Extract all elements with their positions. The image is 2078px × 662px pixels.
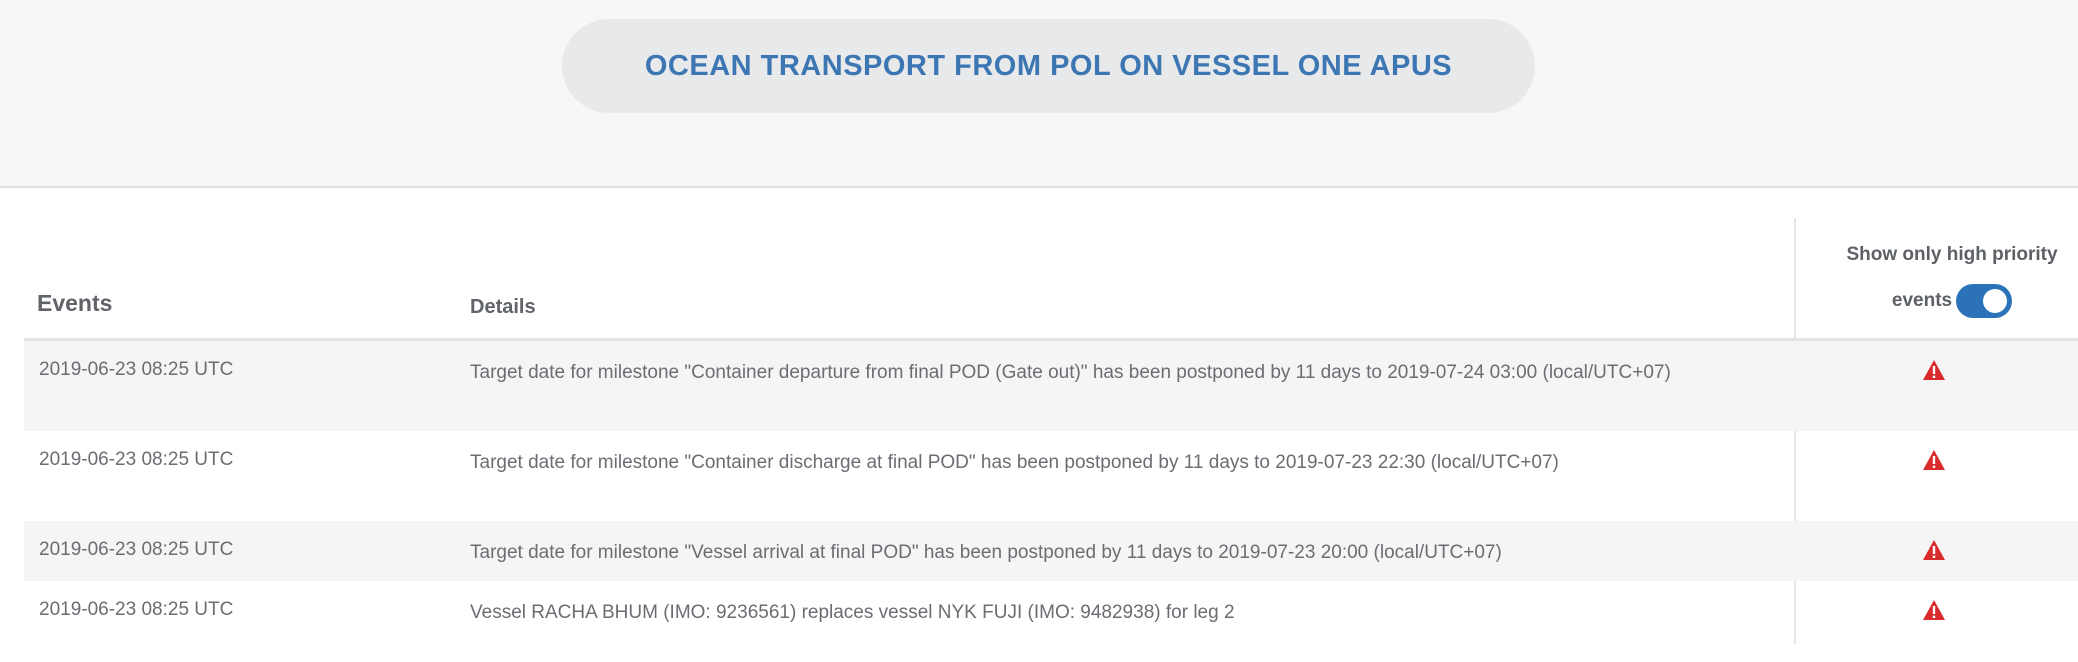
toggle-knob (1983, 288, 2008, 313)
event-date: 2019-06-23 08:25 UTC (39, 599, 234, 620)
header-details: Details (470, 296, 536, 318)
event-date: 2019-06-23 08:25 UTC (39, 359, 234, 380)
table-row: 2019-06-23 08:25 UTC Target date for mil… (24, 341, 2078, 431)
warning-triangle-icon (1923, 360, 1945, 380)
event-date: 2019-06-23 08:25 UTC (39, 539, 234, 560)
event-detail: Target date for milestone "Vessel arriva… (470, 542, 1502, 563)
table-row: 2019-06-23 08:25 UTC Target date for mil… (24, 521, 2078, 581)
priority-filter-row: events (1812, 278, 2078, 324)
event-detail: Target date for milestone "Container dis… (470, 452, 1559, 473)
leg-title: OCEAN TRANSPORT FROM POL ON VESSEL ONE A… (644, 49, 1453, 82)
warning-triangle-icon (1923, 450, 1945, 470)
table-row: 2019-06-23 08:25 UTC Vessel RACHA BHUM (… (24, 581, 2078, 641)
table-row: 2019-06-23 08:25 UTC Target date for mil… (24, 431, 2078, 521)
leg-header-band: OCEAN TRANSPORT FROM POL ON VESSEL ONE A… (0, 0, 2078, 188)
priority-filter-label: Show only high priority (1846, 244, 2058, 265)
header-events: Events (37, 290, 113, 316)
warning-triangle-icon (1923, 600, 1945, 620)
events-table: Events Details Show only high priority e… (24, 218, 2078, 644)
priority-filter-label-events: events (1891, 290, 1953, 311)
high-priority-toggle[interactable] (1956, 283, 2013, 318)
event-date: 2019-06-23 08:25 UTC (39, 449, 234, 470)
event-detail: Vessel RACHA BHUM (IMO: 9236561) replace… (470, 602, 1235, 623)
leg-title-pill[interactable]: OCEAN TRANSPORT FROM POL ON VESSEL ONE A… (562, 19, 1535, 113)
priority-filter: Show only high priority events (1812, 232, 2078, 324)
table-header: Events Details Show only high priority e… (24, 218, 2078, 341)
event-detail: Target date for milestone "Container dep… (470, 362, 1671, 383)
warning-triangle-icon (1923, 540, 1945, 560)
